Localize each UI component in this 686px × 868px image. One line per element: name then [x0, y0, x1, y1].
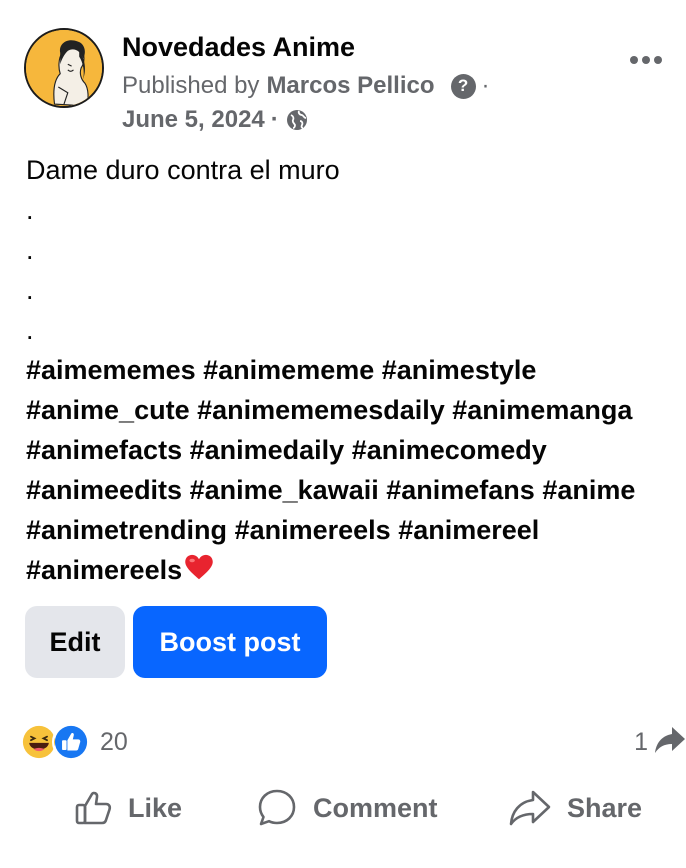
hashtag-row: #animetrending #animereels #animereel — [26, 510, 681, 550]
share-count-number: 1 — [634, 727, 648, 756]
help-icon[interactable]: ? — [450, 73, 476, 99]
hashtag[interactable]: #animereel — [398, 515, 539, 545]
hashtag[interactable]: #animememesdaily — [197, 395, 445, 425]
reaction-count: 20 — [100, 727, 128, 756]
edit-button[interactable]: Edit — [25, 606, 125, 678]
hashtag[interactable]: #anime_kawaii — [190, 475, 379, 505]
like-icon — [52, 723, 90, 761]
comment-bubble-icon — [258, 789, 296, 826]
post-body: Dame duro contra el muro . . . . — [26, 150, 676, 350]
comment-label: Comment — [313, 792, 438, 823]
boost-post-button[interactable]: Boost post — [133, 606, 327, 678]
hashtag[interactable]: #anime — [542, 475, 635, 505]
post-date[interactable]: June 5, 2024 — [122, 106, 265, 134]
post-text-line: . — [26, 315, 34, 345]
more-options-icon[interactable] — [630, 52, 664, 68]
hashtag[interactable]: #animemanga — [452, 395, 632, 425]
hashtag-row: #animeedits #anime_kawaii #animefans #an… — [26, 470, 681, 510]
post-text-line: . — [26, 195, 34, 225]
hashtag[interactable]: #animedaily — [190, 435, 345, 465]
post-text-line: Dame duro contra el muro — [26, 155, 340, 185]
hashtag-list: #aimememes #animememe #animestyle #anime… — [26, 350, 681, 594]
hashtag[interactable]: #animememe — [203, 355, 374, 385]
action-bar: Like Comment Share — [0, 780, 686, 836]
published-by-line: Published by Marcos Pellico ? · — [122, 72, 490, 100]
share-label: Share — [567, 792, 643, 823]
hashtag-row: #aimememes #animememe #animestyle — [26, 350, 681, 390]
page-name[interactable]: Novedades Anime — [122, 32, 355, 63]
hashtag[interactable]: #animestyle — [382, 355, 537, 385]
thumbs-up-icon — [75, 791, 112, 825]
like-button[interactable]: Like — [74, 780, 182, 836]
hashtag-row: #anime_cute #animememesdaily #animemanga — [26, 390, 681, 430]
share-count[interactable]: 1 — [634, 722, 686, 762]
post-text-line: . — [26, 275, 34, 305]
hashtag[interactable]: #aimememes — [26, 355, 196, 385]
hashtag[interactable]: #animefans — [386, 475, 535, 505]
comment-button[interactable]: Comment — [257, 780, 438, 836]
hashtag[interactable]: #animereels — [235, 515, 391, 545]
post-date-line: June 5, 2024 · — [122, 106, 309, 134]
separator-dot: · — [270, 106, 279, 133]
hashtag[interactable]: #animecomedy — [352, 435, 547, 465]
hashtag[interactable]: #animefacts — [26, 435, 182, 465]
post-text-line: . — [26, 235, 34, 265]
post-header: Novedades Anime Published by Marcos Pell… — [24, 28, 664, 138]
share-arrow-icon — [654, 725, 686, 760]
globe-icon[interactable] — [285, 108, 309, 132]
hashtag[interactable]: #animeedits — [26, 475, 182, 505]
page-avatar[interactable] — [24, 28, 104, 108]
share-icon — [509, 790, 551, 826]
author-name[interactable]: Marcos Pellico — [266, 72, 434, 100]
hashtag[interactable]: #animetrending — [26, 515, 227, 545]
published-by-label: Published by — [122, 72, 260, 99]
hashtag[interactable]: #animereels — [26, 555, 182, 585]
reaction-summary[interactable]: 20 — [20, 722, 128, 762]
red-heart-icon — [183, 553, 215, 594]
hashtag-row: #animereels — [26, 550, 681, 594]
share-button[interactable]: Share — [509, 780, 642, 836]
like-label: Like — [128, 792, 183, 823]
hashtag-row: #animefacts #animedaily #animecomedy — [26, 430, 681, 470]
separator-dot: · — [481, 72, 490, 99]
hashtag[interactable]: #anime_cute — [26, 395, 190, 425]
